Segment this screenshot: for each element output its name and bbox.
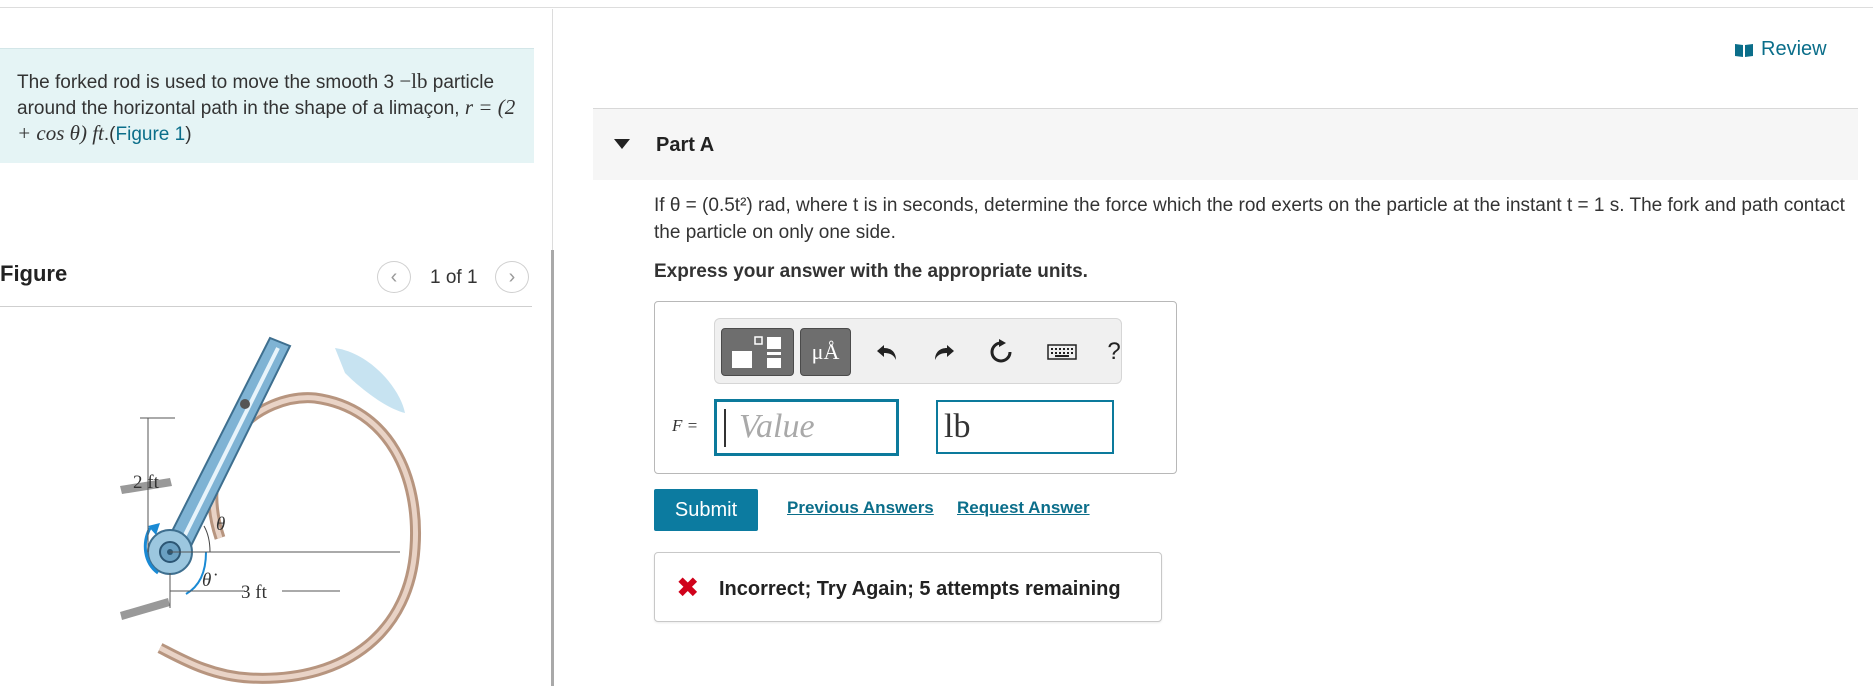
units-button[interactable]: μÅ [800,328,851,376]
variable-label: F = [672,416,698,436]
review-link[interactable]: Review [1734,38,1827,61]
dimension-2ft-label: 2 ft [133,472,160,493]
value-placeholder: Value [739,408,815,445]
submit-button[interactable]: Submit [654,489,758,531]
redo-icon[interactable] [929,337,959,367]
review-label: Review [1761,38,1827,60]
templates-icon [732,336,781,368]
feedback-box: ✖ Incorrect; Try Again; 5 attempts remai… [654,552,1162,622]
dimension-3ft-label: 3 ft [241,582,268,603]
previous-figure-button[interactable]: ‹ [377,261,411,293]
limacon-figure: 2 ft 3 ft θ θ̇ [120,336,422,684]
reset-icon[interactable] [986,337,1016,367]
top-divider [0,7,1873,8]
math-toolbar: μÅ ? [714,318,1122,384]
problem-text-start: The forked rod is used to move the smoot… [17,72,395,93]
theta-label: θ [216,514,225,535]
unit-value: lb [944,408,971,445]
text-cursor [724,409,726,447]
part-a-header[interactable]: Part A [593,108,1858,180]
templates-button[interactable] [721,328,794,376]
caret-down-icon [614,139,630,149]
figure-header-divider [0,306,532,307]
panel-resize-handle[interactable] [551,250,554,686]
question-text: If θ = (0.5t²) rad, where t is in second… [654,195,1845,243]
figure-title: Figure [0,261,68,286]
answer-box: μÅ ? F = Value lb [654,301,1177,474]
chevron-right-icon: › [508,265,516,288]
weight-unit: −lb [399,69,428,93]
value-input[interactable]: Value [714,399,899,456]
help-button[interactable]: ? [1099,337,1129,367]
figure-page-indicator: 1 of 1 [430,267,478,288]
feedback-text: Incorrect; Try Again; 5 attempts remaini… [719,578,1121,600]
figure-link[interactable]: Figure 1 [116,124,186,145]
book-icon [1735,43,1753,57]
chevron-left-icon: ‹ [390,265,398,288]
keyboard-icon[interactable] [1045,337,1079,367]
variable-symbol: F = [672,416,699,435]
next-figure-button[interactable]: › [495,261,529,293]
part-title: Part A [656,134,715,156]
unit-input[interactable]: lb [936,400,1114,454]
error-x-icon: ✖ [676,572,700,603]
answer-instruction: Express your answer with the appropriate… [654,261,1088,282]
request-answer-link[interactable]: Request Answer [957,498,1090,518]
problem-statement: The forked rod is used to move the smoot… [0,48,534,163]
previous-answers-link[interactable]: Previous Answers [787,498,934,518]
theta-dot-label: θ̇ [202,570,217,591]
undo-icon[interactable] [872,337,902,367]
